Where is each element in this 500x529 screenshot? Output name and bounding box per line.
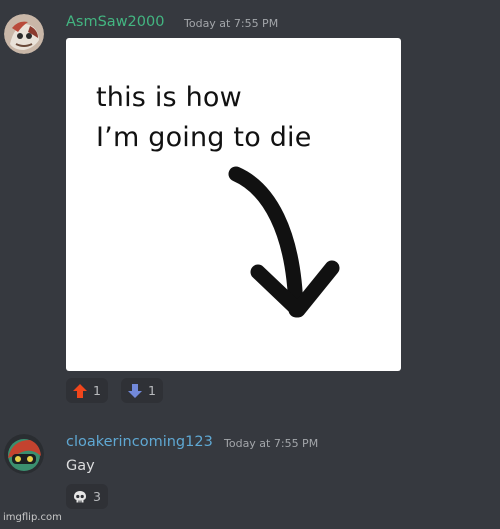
reaction-count: 1 [148,383,156,398]
username[interactable]: cloakerincoming123 [66,434,213,450]
avatar[interactable] [4,434,44,474]
skull-icon [74,490,86,502]
down-arrow-drawing [228,166,340,318]
watermark: imgflip.com [3,512,62,523]
timestamp: Today at 7:55 PM [184,17,279,30]
username[interactable]: AsmSaw2000 [66,14,164,30]
reaction-downvote[interactable]: 1 [121,378,163,403]
image-attachment[interactable]: this is how I’m going to die [66,38,401,371]
reaction-upvote[interactable]: 1 [66,378,108,403]
up-arrow-icon [73,383,87,398]
meme-text-line-1: this is how [96,82,242,113]
reaction-count: 3 [93,489,101,504]
reaction-count: 1 [93,383,101,398]
reaction-skull[interactable]: 3 [66,484,108,509]
avatar[interactable] [4,14,44,54]
down-arrow-icon [128,383,142,398]
message-text: Gay [66,458,95,474]
meme-text-line-2: I’m going to die [96,122,312,153]
timestamp: Today at 7:55 PM [224,437,319,450]
